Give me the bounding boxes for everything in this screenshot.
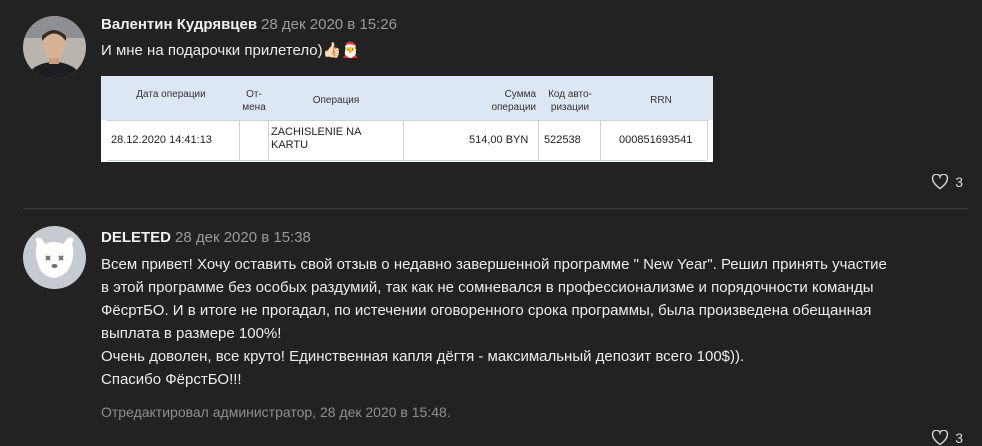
comment-text-line: Всем привет! Хочу оставить свой отзыв о …: [101, 256, 887, 273]
like-count: 3: [955, 430, 963, 446]
like-button[interactable]: 3: [931, 430, 963, 446]
edited-note: Отредактировал администратор, 28 дек 202…: [101, 404, 451, 420]
avatar[interactable]: [23, 226, 86, 289]
heart-icon: [932, 430, 949, 446]
author-name[interactable]: DELETED: [101, 229, 171, 246]
comment-author-line: DELETED 28 дек 2020 в 15:38: [101, 229, 311, 246]
comment-text-line: ФёсртБО. И в итоге не прогадал, по истеч…: [101, 302, 872, 319]
comment-text-line: выплата в размере 100%!: [101, 325, 282, 342]
comment-text-line: Очень доволен, все круто! Единственная к…: [101, 348, 745, 365]
comment-text-line: в этой программе без особых раздумий, та…: [101, 279, 874, 296]
comment-2: DELETED 28 дек 2020 в 15:38 Всем привет! …: [0, 0, 982, 446]
comment-text-line: Спасибо ФёрстБО!!!: [101, 371, 242, 388]
comment-date[interactable]: 28 дек 2020 в 15:38: [175, 229, 311, 246]
